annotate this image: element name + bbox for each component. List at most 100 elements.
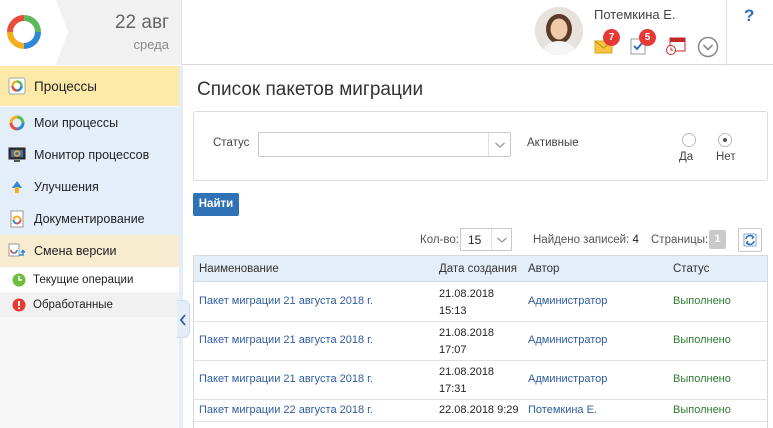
alert-icon — [12, 298, 26, 312]
user-menu-toggle[interactable] — [697, 36, 719, 58]
user-photo-icon — [535, 7, 583, 55]
documentation-icon — [8, 210, 26, 228]
sidebar: Процессы Мои процессы Монитор процессов — [0, 66, 179, 428]
table-row[interactable]: Пакет миграции 21 августа 2018 г. 21.08.… — [194, 361, 767, 400]
active-no-label: Нет — [716, 151, 736, 163]
current-date: 22 авг — [114, 12, 169, 33]
mail-badge: 7 — [603, 29, 620, 46]
user-name[interactable]: Потемкина Е. — [594, 7, 676, 22]
sidebar-item-processes[interactable]: Процессы — [0, 66, 179, 106]
package-name-link[interactable]: Пакет миграции 21 августа 2018 г. — [199, 295, 373, 307]
app-logo[interactable] — [0, 0, 56, 65]
filter-panel: Статус Активные Да Нет — [193, 111, 768, 181]
chevron-down-icon — [495, 142, 505, 148]
status-text: Выполнено — [673, 373, 731, 385]
sidebar-item-label: Обработанные — [33, 299, 113, 311]
sidebar-item-label: Текущие операции — [33, 274, 134, 286]
my-processes-icon — [8, 114, 26, 132]
version-change-icon — [8, 242, 26, 260]
table-header: Наименование Дата создания Автор Статус — [194, 256, 767, 282]
help-panel: ? — [726, 0, 773, 65]
found-records-value: 4 — [632, 234, 639, 246]
help-button[interactable]: ? — [744, 6, 754, 26]
found-records: Найдено записей: 4 — [533, 234, 639, 246]
date-panel: 22 авг среда — [56, 0, 182, 65]
count-select-value: 15 — [468, 233, 482, 247]
find-button[interactable]: Найти — [193, 193, 239, 216]
created-date-time: 15:13 — [439, 305, 467, 317]
processes-icon — [8, 77, 26, 95]
active-no-radio[interactable] — [718, 133, 732, 147]
status-text: Выполнено — [673, 334, 731, 346]
table-row[interactable]: Пакет миграции 22 августа 2018 г. 22.08.… — [194, 400, 767, 422]
sidebar-item-improvements[interactable]: Улучшения — [0, 171, 179, 203]
pages-label: Страницы: — [651, 234, 709, 246]
avatar[interactable] — [535, 7, 583, 55]
column-header-date[interactable]: Дата создания — [439, 263, 517, 275]
count-select[interactable]: 15 — [460, 228, 512, 251]
column-header-author[interactable]: Автор — [528, 263, 559, 275]
status-text: Выполнено — [673, 404, 731, 416]
package-name-link[interactable]: Пакет миграции 21 августа 2018 г. — [199, 334, 373, 346]
sidebar-item-my-processes[interactable]: Мои процессы — [0, 107, 179, 139]
sidebar-subitem-current-operations[interactable]: Текущие операции — [0, 268, 179, 292]
active-yes-radio[interactable] — [682, 133, 696, 147]
package-name-link[interactable]: Пакет миграции 21 августа 2018 г. — [199, 373, 373, 385]
tasks-badge: 5 — [639, 29, 656, 46]
logo-icon — [7, 15, 41, 49]
created-date: 21.08.2018 15:13 — [439, 286, 494, 320]
refresh-button[interactable] — [738, 228, 762, 252]
table-row[interactable]: Пакет миграции 21 августа 2018 г. 21.08.… — [194, 322, 767, 361]
created-date-day: 21.08.2018 — [439, 288, 495, 300]
author-link[interactable]: Администратор — [528, 373, 607, 385]
column-header-name[interactable]: Наименование — [199, 263, 279, 275]
sidebar-item-version-change[interactable]: Смена версии — [0, 235, 179, 267]
count-label: Кол-во: — [420, 234, 459, 246]
chevron-down-icon — [497, 237, 507, 243]
clock-icon — [12, 273, 26, 287]
sidebar-subitem-processed[interactable]: Обработанные — [0, 293, 179, 317]
author-link[interactable]: Потемкина Е. — [528, 404, 597, 416]
active-filter-label: Активные — [527, 137, 579, 149]
created-date-day: 21.08.2018 — [439, 366, 495, 378]
created-date-time: 17:07 — [439, 344, 467, 356]
sidebar-item-label: Смена версии — [34, 244, 117, 258]
improvements-icon — [8, 178, 26, 196]
refresh-icon — [743, 233, 757, 247]
found-records-label: Найдено записей: — [533, 234, 630, 246]
status-filter-label: Статус — [213, 137, 250, 149]
sidebar-edge — [179, 66, 183, 428]
sidebar-item-label: Улучшения — [34, 180, 99, 194]
author-link[interactable]: Администратор — [528, 334, 607, 346]
chevron-down-circle-icon — [697, 36, 719, 58]
active-yes-label: Да — [679, 151, 694, 163]
table-row[interactable]: Пакет миграции 21 августа 2018 г. 21.08.… — [194, 283, 767, 322]
date-arrow-shape — [56, 0, 68, 64]
migration-packages-table: Наименование Дата создания Автор Статус … — [193, 255, 768, 428]
sidebar-item-label: Мои процессы — [34, 116, 119, 130]
sidebar-collapse-toggle[interactable] — [177, 300, 190, 338]
column-header-status[interactable]: Статус — [673, 263, 709, 275]
chevron-left-icon — [179, 314, 186, 326]
calendar-icon[interactable] — [665, 35, 687, 55]
sidebar-item-process-monitor[interactable]: Монитор процессов — [0, 139, 179, 171]
page-title: Список пакетов миграции — [197, 79, 424, 100]
sidebar-item-label: Монитор процессов — [34, 148, 150, 162]
package-name-link[interactable]: Пакет миграции 22 августа 2018 г. — [199, 404, 373, 416]
author-link[interactable]: Администратор — [528, 295, 607, 307]
page-number-button[interactable]: 1 — [709, 230, 726, 249]
current-weekday: среда — [133, 37, 170, 52]
created-date: 21.08.2018 17:07 — [439, 325, 494, 359]
count-select-dropdown[interactable] — [491, 229, 511, 250]
created-date-day: 21.08.2018 — [439, 327, 495, 339]
created-date: 21.08.2018 17:31 — [439, 364, 494, 398]
status-select-dropdown[interactable] — [488, 133, 510, 156]
sidebar-item-documentation[interactable]: Документирование — [0, 203, 179, 235]
status-select[interactable] — [258, 132, 511, 157]
calendar-clock-icon — [666, 37, 686, 55]
sidebar-item-label: Документирование — [34, 212, 145, 226]
created-date-time: 17:31 — [439, 383, 467, 395]
created-date: 22.08.2018 9:29 — [439, 404, 519, 416]
app-header: 22 авг среда Потемкина Е. 7 5 ? — [0, 0, 773, 65]
monitor-icon — [8, 146, 26, 164]
